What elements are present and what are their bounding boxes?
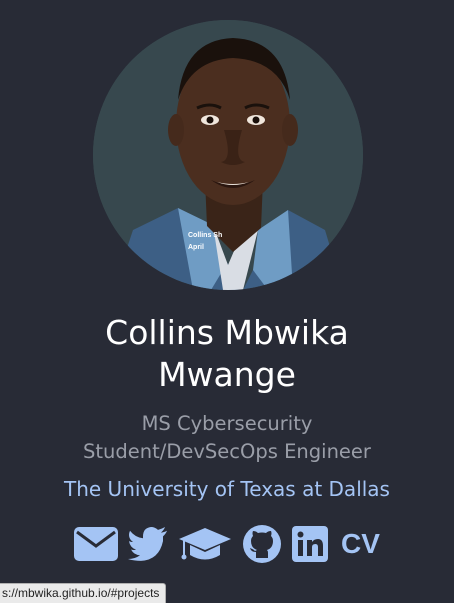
profile-photo — [93, 20, 363, 290]
github-icon[interactable] — [242, 524, 282, 564]
photo-timestamp: Collins Sh April — [188, 230, 222, 254]
profile-title: MS Cybersecurity Student/DevSecOps Engin… — [0, 410, 454, 466]
profile-title-line1: MS Cybersecurity — [141, 412, 313, 435]
profile-name-line1: Collins Mbwika — [105, 313, 349, 352]
twitter-icon[interactable] — [128, 527, 168, 561]
graduation-cap-icon[interactable] — [178, 526, 232, 562]
photo-stamp-line1: Collins Sh — [188, 232, 223, 239]
profile-name: Collins Mbwika Mwange — [0, 312, 454, 396]
link-status-bar: s://mbwika.github.io/#projects — [0, 583, 167, 603]
social-links: CV — [74, 524, 380, 564]
cv-link[interactable]: CV — [341, 525, 380, 563]
profile-title-line2: Student/DevSecOps Engineer — [83, 440, 371, 463]
linkedin-icon[interactable] — [292, 526, 328, 562]
photo-stamp-line2: April — [188, 244, 204, 251]
envelope-icon[interactable] — [74, 527, 118, 561]
university-link[interactable]: The University of Texas at Dallas — [0, 475, 454, 503]
profile-name-line2: Mwange — [158, 355, 296, 394]
